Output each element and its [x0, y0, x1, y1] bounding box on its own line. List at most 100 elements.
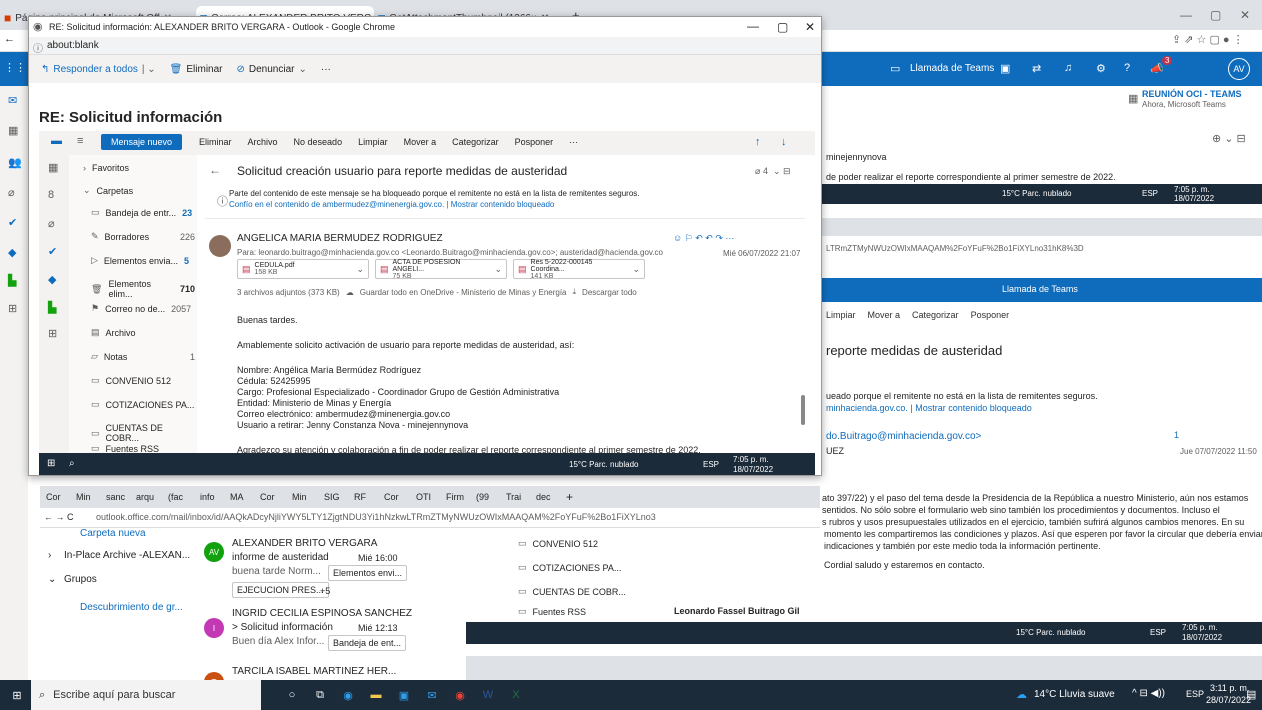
maximize-icon[interactable]: ▢	[1210, 8, 1221, 22]
share-icon[interactable]: ⇄	[1032, 62, 1041, 75]
clock-time[interactable]: 3:11 p. m.	[1210, 683, 1249, 693]
tab[interactable]: arqu	[136, 492, 154, 502]
tab[interactable]: Firm	[446, 492, 464, 502]
back-icon[interactable]: ←	[4, 33, 15, 45]
megaphone-icon[interactable]: 📣	[1150, 62, 1164, 75]
scrollbar[interactable]	[801, 395, 805, 425]
people-icon[interactable]: 👥	[8, 156, 22, 169]
more-button[interactable]: ···	[321, 64, 331, 75]
folder-item[interactable]: ▭ COTIZACIONES PA...	[518, 562, 621, 573]
excel-icon[interactable]: X	[505, 684, 527, 706]
nav-archive[interactable]: ▤ Archivo	[91, 327, 136, 338]
address-field[interactable]: about:blank	[47, 40, 99, 51]
todo-icon[interactable]: ✔	[8, 216, 17, 229]
tab[interactable]: Cor	[384, 492, 399, 502]
teams-call-icon[interactable]: ▭	[890, 62, 900, 75]
blocked-links[interactable]: Confío en el contenido de ambermudez@min…	[229, 200, 554, 209]
apps-icon[interactable]: ⊞	[8, 302, 17, 315]
zoom-icon[interactable]: ⊕ ⌄ ⊟	[1212, 132, 1246, 145]
nav-folder[interactable]: ▭ CUENTAS DE COBR...	[91, 423, 197, 443]
tab[interactable]: MA	[230, 492, 244, 502]
tray-icons[interactable]: ^ ⊟ ◀))	[1132, 688, 1165, 699]
chrome-icon[interactable]: ◉	[449, 684, 471, 706]
folder-tag[interactable]: Bandeja de ent...	[328, 635, 407, 651]
tab[interactable]: (99	[476, 492, 489, 502]
nav-favorites[interactable]: › Favoritos	[83, 163, 129, 173]
archive-button[interactable]: Archivo	[248, 137, 278, 147]
list-item[interactable]: I INGRID CECILIA ESPINOSA SANCHEZ > Soli…	[190, 604, 420, 664]
chevron-down-icon[interactable]: ⌄	[632, 264, 640, 275]
search-icon[interactable]: ⌕	[69, 458, 75, 469]
blocked-link-fragment[interactable]: minhacienda.gov.co. | Mostrar contenido …	[826, 403, 1032, 413]
file-explorer-icon[interactable]: ▬	[365, 684, 387, 706]
chevron-down-icon[interactable]: ⌄	[48, 574, 56, 585]
people-icon[interactable]: 8	[48, 189, 54, 201]
excel-icon[interactable]: ▙	[48, 301, 56, 314]
tab[interactable]: OTI	[416, 492, 431, 502]
attachment-card[interactable]: ▤ CEDULA.pdf 158 KB ⌄	[237, 259, 369, 279]
chevron-down-icon[interactable]: | ⌄	[142, 64, 156, 75]
url-field[interactable]: outlook.office.com/mail/inbox/id/AAQkADc…	[96, 512, 656, 522]
groups-label[interactable]: Grupos	[64, 574, 97, 585]
archive-folder[interactable]: In-Place Archive -ALEXAN...	[64, 550, 190, 561]
yammer-icon[interactable]: ◆	[8, 246, 16, 259]
list-item[interactable]: AV ALEXANDER BRITO VERGARA informe de au…	[190, 528, 420, 600]
new-tab-icon[interactable]: +	[566, 490, 573, 504]
chevron-right-icon[interactable]: ›	[48, 550, 51, 561]
clock-date[interactable]: 28/07/2022	[1206, 695, 1251, 705]
message-actions-icon[interactable]: ☺ ⚐ ↶ ↶ ↷ ···	[673, 233, 734, 244]
avatar[interactable]: AV	[1228, 58, 1250, 80]
store-icon[interactable]: ▣	[393, 684, 415, 706]
nav-folder[interactable]: ▭ COTIZACIONES PA...	[91, 399, 194, 410]
attach-icon[interactable]: ⌀	[8, 186, 15, 199]
cortana-icon[interactable]: ○	[281, 684, 303, 706]
maximize-icon[interactable]: ▢	[777, 20, 788, 34]
mail-icon[interactable]: ✉	[421, 684, 443, 706]
app-launcher-icon[interactable]: ⋮⋮	[4, 61, 26, 74]
folder-item[interactable]: ▭ CONVENIO 512	[518, 538, 598, 549]
chevron-down-icon[interactable]: ⌄ ⊟	[773, 166, 791, 177]
taskbar-search[interactable]: ⌕ Escribe aquí para buscar	[31, 680, 261, 710]
windows-icon[interactable]: ⊞	[6, 684, 28, 706]
nav-deleted[interactable]: 🗑 Elementos elim... 710	[91, 279, 195, 299]
back-icon[interactable]: ←	[209, 163, 221, 177]
close-icon[interactable]: ✕	[805, 20, 815, 34]
attachment-card[interactable]: ▤ Res 5-2022-000145 Coordina... 141 KB ⌄	[513, 259, 645, 280]
apps-icon[interactable]: ⊞	[48, 327, 57, 340]
tab[interactable]: Min	[76, 492, 91, 502]
mail-icon[interactable]: ✉	[8, 94, 17, 107]
nav-folder[interactable]: ▭ Fuentes RSS	[91, 443, 159, 453]
windows-icon[interactable]: ⊞	[47, 458, 55, 469]
minimize-icon[interactable]: —	[747, 19, 759, 33]
tab[interactable]: SIG	[324, 492, 340, 502]
categorize-button[interactable]: Categorizar	[452, 137, 499, 147]
weather-label[interactable]: 14°C Lluvia suave	[1034, 689, 1115, 700]
tab[interactable]: Cor	[46, 492, 61, 502]
new-mail-button[interactable]: Mensaje nuevo	[101, 134, 183, 150]
categorize-button[interactable]: Categorizar	[912, 310, 959, 320]
todo-icon[interactable]: ✔	[48, 245, 57, 258]
help-icon[interactable]: ?	[1124, 62, 1130, 74]
edge-icon[interactable]: ◉	[337, 684, 359, 706]
delete-button[interactable]: Eliminar	[199, 137, 232, 147]
report-button[interactable]: ⊘ Denunciar ⌄	[237, 64, 307, 75]
bell-icon[interactable]: ♫	[1064, 62, 1072, 74]
hamburger-icon[interactable]: ≡	[77, 135, 83, 147]
calendar-icon[interactable]: ▦	[48, 161, 58, 174]
reply-all-button[interactable]: ↰ Responder a todos | ⌄	[41, 64, 156, 75]
minimize-icon[interactable]: —	[1180, 8, 1192, 22]
notification-center-icon[interactable]: ▤	[1246, 688, 1256, 701]
excel-icon[interactable]: ▙	[8, 274, 16, 287]
yammer-icon[interactable]: ◆	[48, 273, 56, 286]
save-onedrive-link[interactable]: Guardar todo en OneDrive - Ministerio de…	[360, 288, 567, 297]
chevron-down-icon[interactable]: ⌄	[494, 264, 502, 275]
snooze-button[interactable]: Posponer	[515, 137, 554, 147]
folder-tag[interactable]: Elementos envi...	[328, 565, 408, 581]
browser-actions-icon[interactable]: ⇪ ⇗ ☆ ▢ ● ⋮	[1172, 33, 1244, 46]
tab[interactable]: Min	[292, 492, 307, 502]
nav-sent[interactable]: ▷ Elementos envia... 5	[91, 255, 195, 266]
new-folder-link[interactable]: Carpeta nueva	[80, 528, 146, 539]
mail-icon[interactable]: ▬	[51, 135, 62, 147]
delete-button[interactable]: 🗑 Eliminar	[170, 64, 223, 75]
snooze-button[interactable]: Posponer	[971, 310, 1010, 320]
